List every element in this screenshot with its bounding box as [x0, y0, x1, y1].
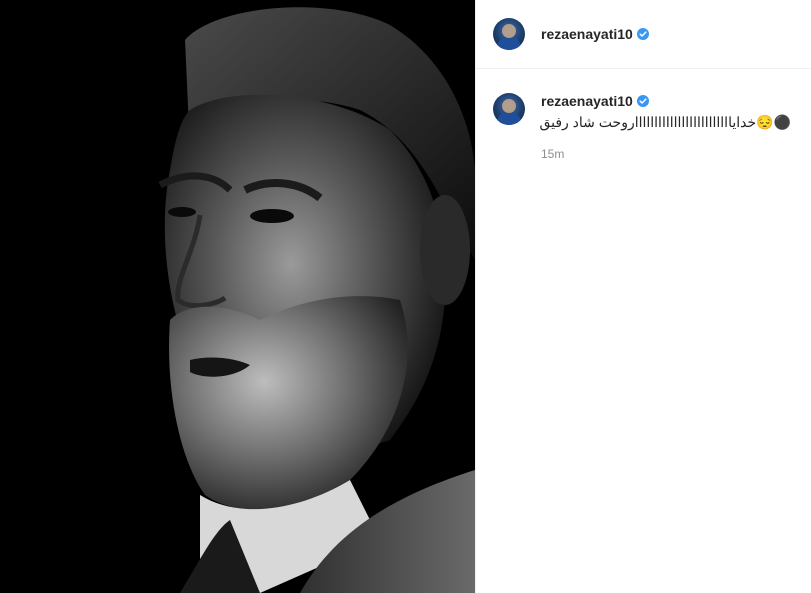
caption-comment: rezaenayati10 ⚫😔خدایاااااااااااااااااااا…	[476, 69, 811, 161]
header-username[interactable]: rezaenayati10	[541, 26, 633, 42]
comment-body: rezaenayati10 ⚫😔خدایاااااااااااااااااااا…	[539, 93, 791, 161]
verified-badge-icon	[636, 28, 649, 40]
post-header: rezaenayati10	[476, 0, 811, 69]
comment-text: ⚫😔خدایاااااااااااااااااااااااااروحت شاد …	[539, 114, 791, 130]
comment-user-row: rezaenayati10	[541, 93, 791, 109]
comment-avatar[interactable]	[493, 93, 525, 125]
comment-username[interactable]: rezaenayati10	[541, 93, 633, 109]
avatar[interactable]	[493, 18, 525, 50]
comment-timestamp[interactable]: 15m	[541, 147, 791, 161]
verified-badge-icon	[636, 95, 649, 107]
post-sidebar: rezaenayati10 rezaenayati10 ⚫😔خدایاااااا…	[475, 0, 811, 593]
portrait-image	[0, 0, 475, 593]
post-photo[interactable]	[0, 0, 475, 593]
